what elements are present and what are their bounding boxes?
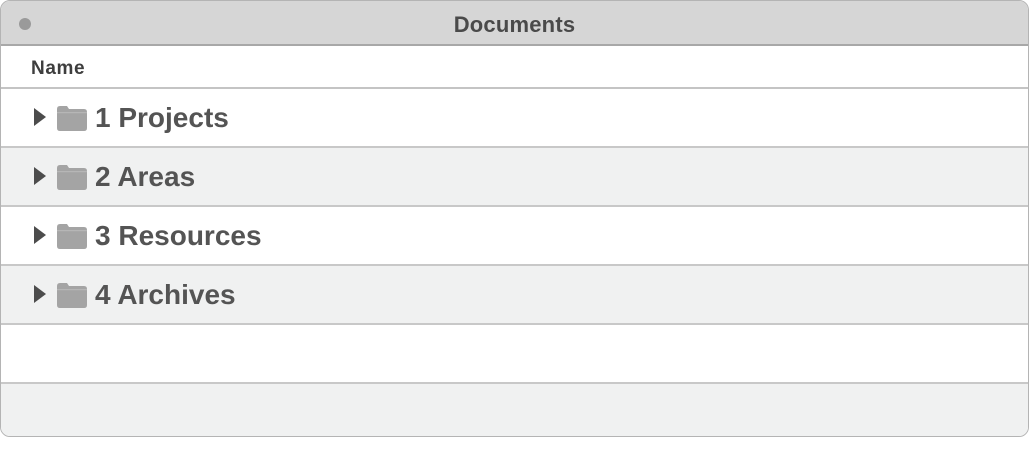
file-list: 1 Projects 2 Areas 3 Resources 4 Archive… (1, 89, 1028, 436)
list-item-archives[interactable]: 4 Archives (1, 266, 1028, 325)
column-header-row: Name (1, 46, 1028, 89)
empty-row (1, 384, 1028, 436)
folder-name: 4 Archives (95, 279, 236, 310)
folder-name: 2 Areas (95, 161, 196, 192)
disclosure-triangle-icon[interactable] (34, 285, 46, 303)
folder-icon (57, 106, 87, 131)
folder-icon (57, 165, 87, 190)
disclosure-triangle-icon[interactable] (34, 226, 46, 244)
finder-window: Documents Name 1 Projects 2 Areas 3 Reso… (0, 0, 1029, 437)
empty-row (1, 325, 1028, 384)
folder-icon (57, 283, 87, 308)
disclosure-triangle-icon[interactable] (34, 167, 46, 185)
disclosure-triangle-icon[interactable] (34, 108, 46, 126)
name-column-header[interactable]: Name (31, 46, 85, 89)
folder-name: 3 Resources (95, 220, 262, 251)
list-item-areas[interactable]: 2 Areas (1, 148, 1028, 207)
title-bar[interactable]: Documents (1, 1, 1028, 46)
folder-icon (57, 224, 87, 249)
list-item-resources[interactable]: 3 Resources (1, 207, 1028, 266)
list-item-projects[interactable]: 1 Projects (1, 89, 1028, 148)
window-title: Documents (453, 12, 576, 37)
folder-name: 1 Projects (95, 102, 229, 133)
